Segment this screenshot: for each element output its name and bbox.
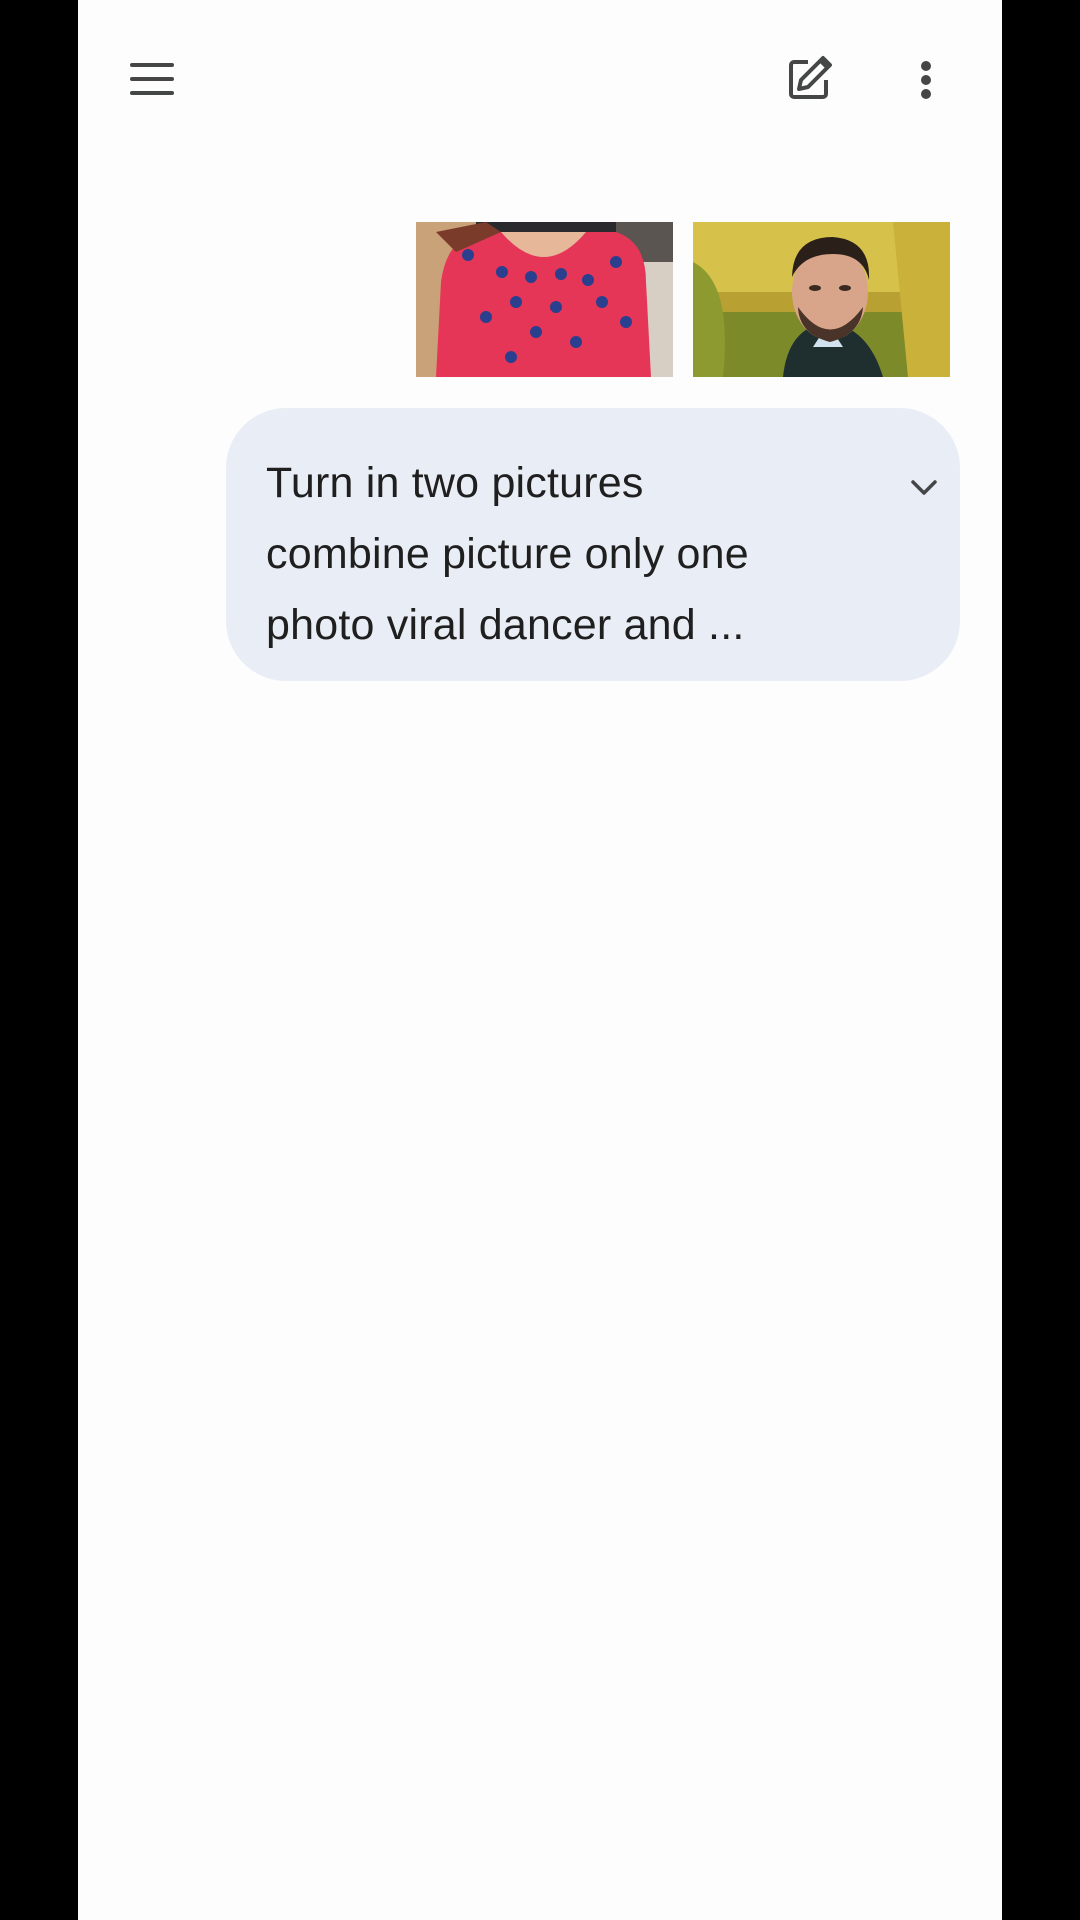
more-options-button[interactable] — [902, 50, 950, 110]
image-thumbnail-dancer-red-top — [416, 222, 673, 377]
chevron-down-icon — [911, 480, 937, 495]
menu-button[interactable] — [118, 50, 186, 108]
hamburger-menu-icon — [130, 63, 174, 95]
user-message-bubble[interactable]: Turn in two pictures combine picture onl… — [226, 408, 960, 681]
attachment-thumbnail-2[interactable] — [693, 222, 950, 377]
user-message-text: Turn in two pictures combine picture onl… — [266, 448, 810, 661]
chat-screen: Turn in two pictures combine picture onl… — [78, 0, 1002, 1920]
image-thumbnail-man-portrait — [693, 222, 950, 377]
new-chat-button[interactable] — [778, 46, 842, 110]
message-line-3: photo viral dancer and ... — [266, 601, 745, 649]
expand-message-button[interactable] — [904, 468, 944, 508]
edit-pencil-icon — [789, 56, 832, 99]
message-line-1: Turn in two pictures — [266, 459, 644, 507]
message-line-2: combine picture only one — [266, 530, 749, 578]
attachment-thumbnail-1[interactable] — [416, 222, 673, 377]
more-vert-icon — [921, 61, 931, 99]
